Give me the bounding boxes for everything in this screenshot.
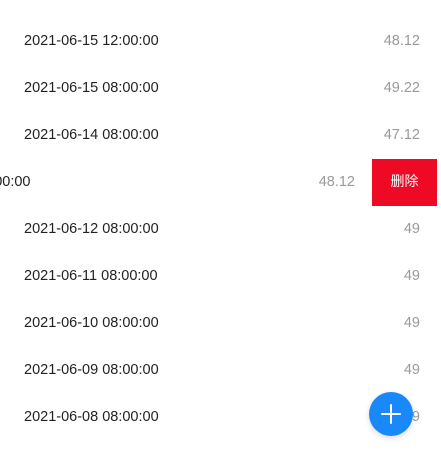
record-value: 49 xyxy=(403,315,420,331)
list-item-content[interactable]: 2021-06-09 08:00:00 49 xyxy=(0,347,441,394)
record-value: 48.12 xyxy=(383,33,420,49)
record-value: 49 xyxy=(403,362,420,378)
list-item-content[interactable]: 2021-06-11 08:00:00 49 xyxy=(0,253,441,300)
list-item[interactable]: 2021-06-12 08:00:00 49 xyxy=(0,206,441,253)
record-value: 49.22 xyxy=(383,80,420,96)
list-item-content[interactable]: 2021-06-10 08:00:00 49 xyxy=(0,300,441,347)
list-item-content[interactable]: 2021-06-15 08:00:00 49.22 xyxy=(0,65,441,112)
delete-button[interactable]: 删除 xyxy=(372,159,437,206)
plus-icon xyxy=(381,404,401,424)
record-value: 49 xyxy=(403,268,420,284)
record-time: 2021-06-15 08:00:00 xyxy=(24,80,159,96)
list-item-content[interactable]: 2021-06-15 12:00:00 48.12 xyxy=(0,18,441,65)
record-time: 2021-06-11 08:00:00 xyxy=(24,268,158,284)
record-value: 47.12 xyxy=(383,127,420,143)
swiped-list-item[interactable]: 6-13 08:00:00 48.12 删除 xyxy=(0,159,441,206)
record-time: 2021-06-15 12:00:00 xyxy=(24,33,159,49)
add-record-button[interactable] xyxy=(369,392,413,436)
list-item[interactable]: 2021-06-15 08:00:00 49.22 xyxy=(0,65,441,112)
list-item-content[interactable]: 2021-06-14 08:00:00 47.12 xyxy=(0,112,441,159)
list-item-content[interactable]: 6-13 08:00:00 48.12 xyxy=(0,159,376,206)
list-item[interactable]: 2021-06-15 12:00:00 48.12 xyxy=(0,18,441,65)
record-time: 2021-06-08 08:00:00 xyxy=(24,409,159,425)
record-value: 49 xyxy=(403,221,420,237)
list-item[interactable]: 2021-06-09 08:00:00 49 xyxy=(0,347,441,394)
record-time: 2021-06-12 08:00:00 xyxy=(24,221,159,237)
record-time: 2021-06-09 08:00:00 xyxy=(24,362,159,378)
record-time: 6-13 08:00:00 xyxy=(0,174,31,190)
list-item[interactable]: 2021-06-11 08:00:00 49 xyxy=(0,253,441,300)
list-item-content[interactable]: 2021-06-12 08:00:00 49 xyxy=(0,206,441,253)
record-time: 2021-06-10 08:00:00 xyxy=(24,315,159,331)
record-value: 48.12 xyxy=(318,174,355,190)
list-item[interactable]: 2021-06-10 08:00:00 49 xyxy=(0,300,441,347)
record-list: 2021-06-15 12:00:00 48.12 2021-06-15 08:… xyxy=(0,18,441,441)
list-item[interactable]: 2021-06-14 08:00:00 47.12 xyxy=(0,112,441,159)
record-time: 2021-06-14 08:00:00 xyxy=(24,127,159,143)
